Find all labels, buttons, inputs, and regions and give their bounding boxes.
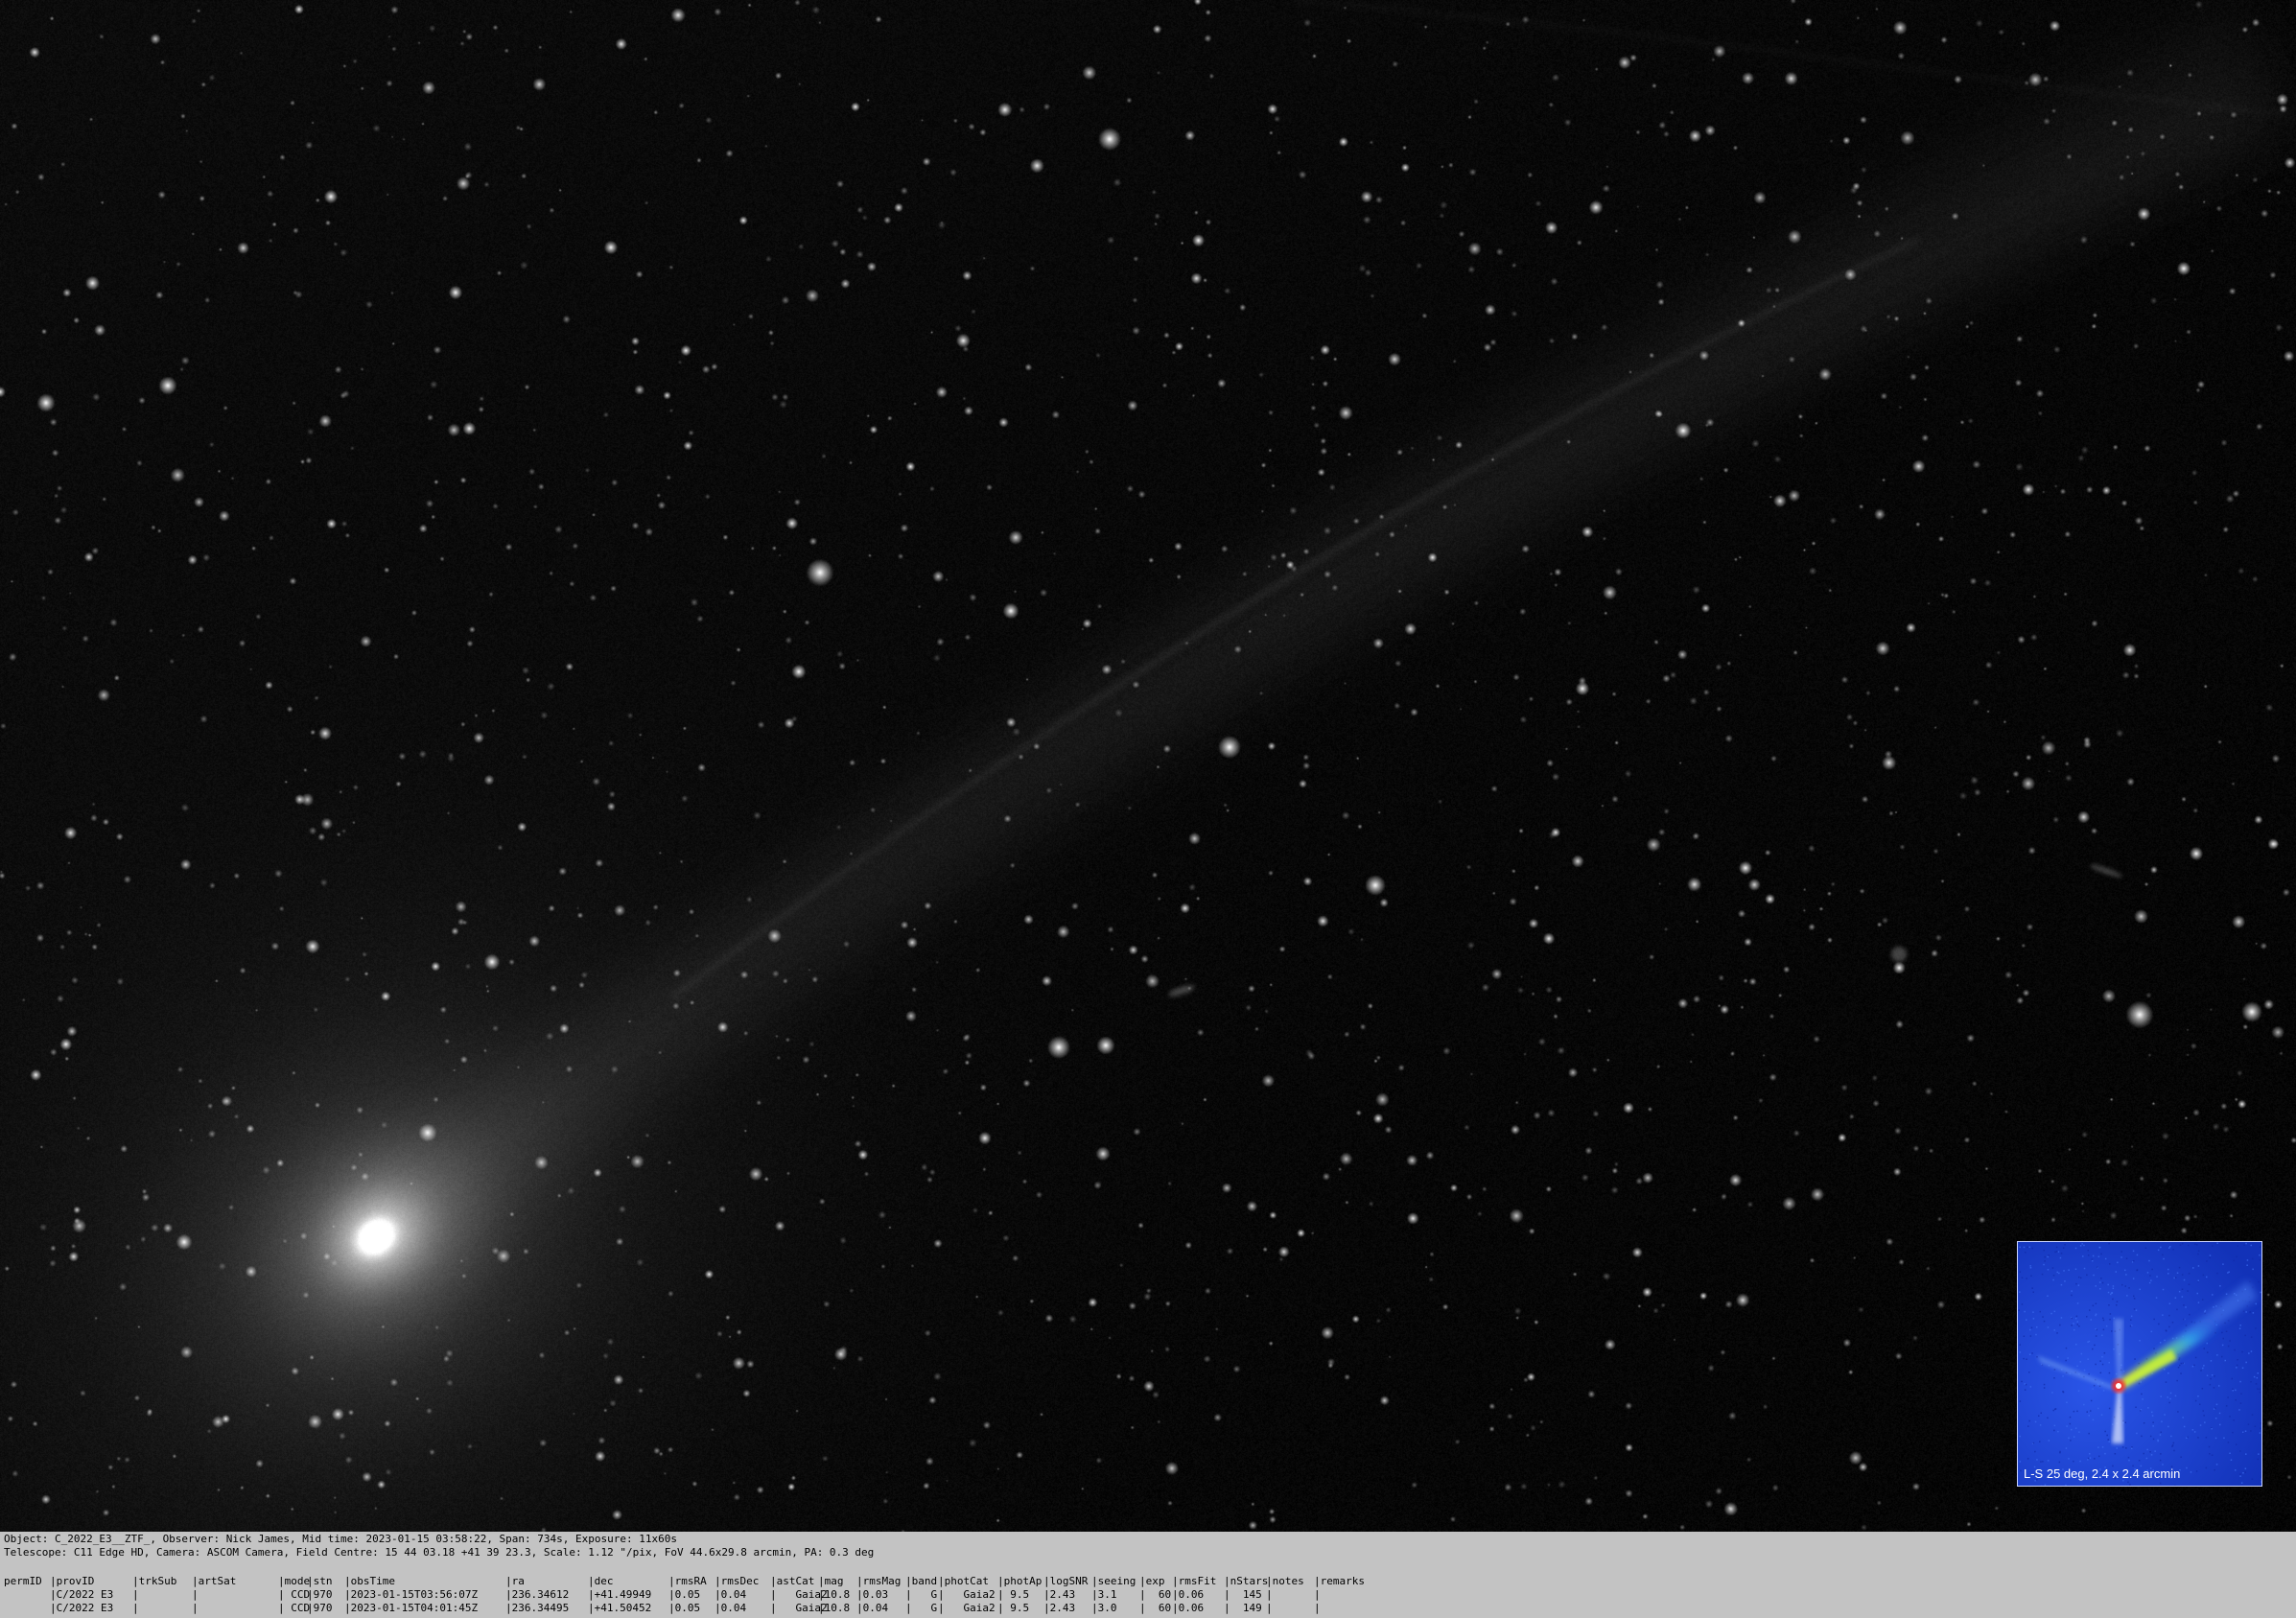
table-header-cell: |astCat (770, 1575, 815, 1587)
table-cell: |0.04 (715, 1588, 747, 1601)
table-cell: | G (905, 1588, 938, 1601)
table-cell: |+41.49949 (588, 1588, 652, 1601)
table-cell: |2.43 (1043, 1588, 1076, 1601)
table-header-cell: |notes (1266, 1575, 1304, 1587)
table-cell: |C/2022 E3 (50, 1602, 114, 1614)
table-cell: |236.34612 (505, 1588, 570, 1601)
table-header-cell: |artSat (192, 1575, 237, 1587)
table-header-cell: |obsTime (344, 1575, 395, 1587)
table-cell: |10.8 (818, 1588, 851, 1601)
table-header-cell: |rmsMag (856, 1575, 902, 1587)
telescope-line: Telescope: C11 Edge HD, Camera: ASCOM Ca… (4, 1546, 875, 1559)
table-cell: |0.06 (1172, 1588, 1205, 1601)
table-cell: |0.03 (856, 1588, 889, 1601)
table-header-cell: |rmsDec (715, 1575, 760, 1587)
table-cell: | CCD (278, 1588, 311, 1601)
table-cell: | 149 (1224, 1602, 1262, 1614)
table-cell: | CCD (278, 1602, 311, 1614)
table-cell: | 145 (1224, 1588, 1262, 1601)
table-cell: |2.43 (1043, 1602, 1076, 1614)
table-cell: |10.8 (818, 1602, 851, 1614)
table-header-cell: |stn (307, 1575, 333, 1587)
table-cell: |0.05 (668, 1602, 701, 1614)
table-header-cell: |remarks (1314, 1575, 1365, 1587)
table-header-cell: |dec (588, 1575, 614, 1587)
table-cell: |C/2022 E3 (50, 1588, 114, 1601)
table-cell: | G (905, 1602, 938, 1614)
table-cell: |0.04 (715, 1602, 747, 1614)
comet-starfield-photo (0, 0, 2296, 1532)
table-cell: | (1266, 1602, 1273, 1614)
table-cell: |970 (307, 1588, 333, 1601)
table-cell: | 60 (1139, 1588, 1172, 1601)
table-cell: | (192, 1588, 199, 1601)
table-cell: | (1266, 1588, 1273, 1601)
table-cell: | (132, 1602, 139, 1614)
table-header-cell: |exp (1139, 1575, 1165, 1587)
table-cell: |0.04 (856, 1602, 889, 1614)
table-header-cell: |logSNR (1043, 1575, 1089, 1587)
table-cell: | Gaia2 (938, 1602, 996, 1614)
table-cell: |2023-01-15T04:01:45Z (344, 1602, 479, 1614)
table-cell: |3.1 (1091, 1588, 1117, 1601)
table-header-cell: permID (4, 1575, 42, 1587)
table-header-cell: |rmsRA (668, 1575, 707, 1587)
table-cell: |2023-01-15T03:56:07Z (344, 1588, 479, 1601)
table-cell: |3.0 (1091, 1602, 1117, 1614)
table-cell: |+41.50452 (588, 1602, 652, 1614)
table-header-cell: |mode (278, 1575, 311, 1587)
table-header-cell: |ra (505, 1575, 525, 1587)
table-cell: | (1314, 1602, 1321, 1614)
table-cell: |0.06 (1172, 1602, 1205, 1614)
table-cell: |236.34495 (505, 1602, 570, 1614)
observation-info-panel: Object: C_2022_E3__ZTF_, Observer: Nick … (0, 1532, 2296, 1618)
table-cell: | (192, 1602, 199, 1614)
table-header-cell: |nStars (1224, 1575, 1269, 1587)
table-header-cell: |trkSub (132, 1575, 177, 1587)
inset-caption: L-S 25 deg, 2.4 x 2.4 arcmin (2024, 1466, 2181, 1481)
comet-processed-inset: L-S 25 deg, 2.4 x 2.4 arcmin (2017, 1241, 2262, 1487)
table-cell: | 9.5 (997, 1602, 1030, 1614)
object-line: Object: C_2022_E3__ZTF_, Observer: Nick … (4, 1533, 677, 1545)
table-header-cell: |mag (818, 1575, 844, 1587)
table-cell: | 9.5 (997, 1588, 1030, 1601)
table-cell: | 60 (1139, 1602, 1172, 1614)
table-header-cell: |photAp (997, 1575, 1043, 1587)
table-header-cell: |band (905, 1575, 938, 1587)
larson-sekanina-inset-image (2018, 1242, 2261, 1486)
table-cell: |970 (307, 1602, 333, 1614)
table-header-cell: |seeing (1091, 1575, 1136, 1587)
table-cell: |0.05 (668, 1588, 701, 1601)
table-cell: | Gaia2 (938, 1588, 996, 1601)
table-header-cell: |provID (50, 1575, 95, 1587)
table-cell: | (132, 1588, 139, 1601)
table-header-cell: |rmsFit (1172, 1575, 1217, 1587)
table-cell: | (1314, 1588, 1321, 1601)
table-header-cell: |photCat (938, 1575, 989, 1587)
